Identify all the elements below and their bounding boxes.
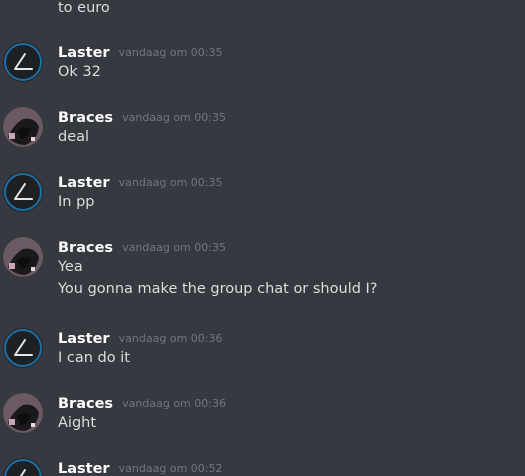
message-group: Braces vandaag om 00:35 deal [0,107,525,167]
avatar[interactable] [3,172,43,212]
message-header: Braces vandaag om 00:35 [58,107,226,127]
laster-logo-icon [3,42,43,82]
timestamp: vandaag om 00:52 [118,462,223,475]
avatar[interactable] [3,393,43,433]
username[interactable]: Laster [58,175,110,191]
message-text: Aight [58,415,97,431]
username[interactable]: Braces [58,240,113,256]
timestamp: vandaag om 00:35 [118,176,223,189]
avatar[interactable] [3,458,43,476]
timestamp: vandaag om 00:35 [118,46,223,59]
timestamp: vandaag om 00:36 [122,397,226,410]
message-group: Laster vandaag om 00:35 Ok 32 [0,42,525,102]
avatar[interactable] [3,328,43,368]
message-header: Braces vandaag om 00:36 [58,393,226,413]
message-header: Laster vandaag om 00:52 [58,458,222,476]
avatar[interactable] [3,42,43,82]
braces-avatar-image [3,237,43,277]
message-text: Yea [58,259,83,275]
timestamp: vandaag om 00:35 [122,111,226,124]
username[interactable]: Laster [58,331,110,347]
message-header: Laster vandaag om 00:35 [58,42,222,62]
laster-logo-icon [3,458,43,476]
username[interactable]: Laster [58,461,110,476]
message-text: deal [58,129,90,145]
message-text: Ok 32 [58,64,101,80]
message-text: I can do it [58,350,130,366]
braces-avatar-image [3,393,43,433]
laster-logo-icon [3,172,43,212]
braces-avatar-image [3,107,43,147]
username[interactable]: Braces [58,110,113,126]
message-header: Braces vandaag om 00:35 [58,237,226,257]
message-group: Braces vandaag om 00:35 Yea You gonna ma… [0,237,525,307]
message-text: In pp [58,194,95,210]
message-group: Laster vandaag om 00:36 I can do it [0,328,525,388]
message-header: Laster vandaag om 00:35 [58,172,222,192]
username[interactable]: Laster [58,45,110,61]
laster-logo-icon [3,328,43,368]
avatar[interactable] [3,237,43,277]
message-header: Laster vandaag om 00:36 [58,328,222,348]
timestamp: vandaag om 00:35 [122,241,226,254]
chat-messages: to euro Laster vandaag om 00:35 Ok 32 Br… [0,0,525,476]
message-text: You gonna make the group chat or should … [58,281,378,297]
timestamp: vandaag om 00:36 [118,332,223,345]
avatar[interactable] [3,107,43,147]
message-text: to euro [58,0,110,16]
message-group: Laster vandaag om 00:52 [0,458,525,476]
username[interactable]: Braces [58,396,113,412]
message-group: Braces vandaag om 00:36 Aight [0,393,525,453]
message-group: Laster vandaag om 00:35 In pp [0,172,525,232]
